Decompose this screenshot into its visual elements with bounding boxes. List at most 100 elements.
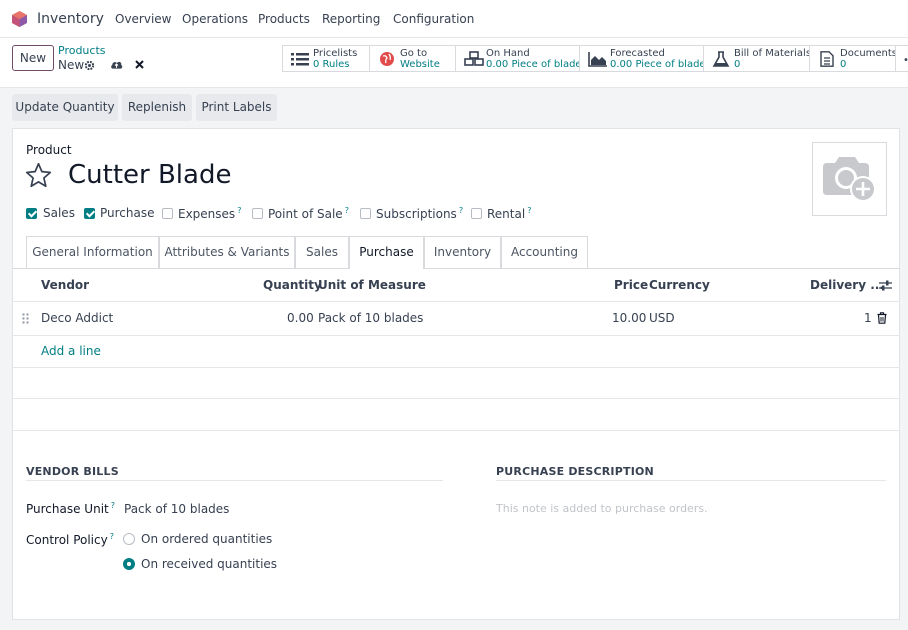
- stat-title: Pricelists: [313, 48, 358, 59]
- received-quantities-label: On received quantities: [141, 557, 278, 571]
- col-price[interactable]: Price: [614, 278, 648, 292]
- purchase-unit-label: Purchase Unit?: [26, 501, 115, 516]
- documents-button[interactable]: Documents 0: [809, 45, 898, 72]
- stat-value: Website: [400, 59, 440, 70]
- globe-icon: [380, 52, 394, 66]
- point-of-sale-checkbox[interactable]: [252, 208, 263, 219]
- pricelists-button[interactable]: Pricelists 0 Rules: [282, 45, 369, 72]
- menu-products[interactable]: Products: [258, 12, 310, 26]
- point-of-sale-checkbox-label: Point of Sale?: [268, 206, 349, 221]
- stat-title: Documents: [840, 48, 898, 59]
- purchase-checkbox-label: Purchase: [100, 206, 155, 220]
- cell-vendor[interactable]: Deco Addict: [41, 311, 113, 325]
- stat-value: 0: [840, 59, 847, 70]
- discard-icon[interactable]: [135, 60, 144, 69]
- product-image[interactable]: [812, 142, 887, 216]
- stat-title: Forecasted: [610, 48, 665, 59]
- tab-attributes-variants[interactable]: Attributes & Variants: [159, 236, 295, 268]
- area-chart-icon: [588, 52, 607, 67]
- section-divider: [496, 480, 886, 481]
- more-smart-buttons[interactable]: •: [895, 45, 908, 72]
- help-icon[interactable]: ?: [459, 206, 463, 215]
- cloud-upload-icon[interactable]: [110, 59, 123, 70]
- stat-title: Bill of Materials: [734, 48, 812, 59]
- product-label: Product: [26, 143, 72, 157]
- expenses-checkbox[interactable]: [162, 208, 173, 219]
- tab-sales[interactable]: Sales: [295, 236, 349, 268]
- go-to-website-button[interactable]: Go to Website: [369, 45, 455, 72]
- help-icon[interactable]: ?: [345, 206, 349, 215]
- cell-delivery[interactable]: 1: [864, 311, 872, 325]
- stat-title: On Hand: [486, 48, 530, 59]
- cell-quantity[interactable]: 0.00: [287, 311, 314, 325]
- row-divider: [13, 398, 900, 399]
- stat-value: 0.00 Piece of blade: [610, 59, 706, 70]
- tab-accounting[interactable]: Accounting: [501, 236, 588, 268]
- list-icon: [291, 53, 309, 66]
- sales-checkbox[interactable]: [26, 208, 37, 219]
- cell-unit-of-measure[interactable]: Pack of 10 blades: [318, 311, 423, 325]
- menu-overview[interactable]: Overview: [115, 12, 172, 26]
- menu-operations[interactable]: Operations: [182, 12, 248, 26]
- gear-icon[interactable]: [84, 60, 95, 71]
- tab-purchase[interactable]: Purchase: [349, 236, 424, 269]
- ordered-quantities-label: On ordered quantities: [141, 532, 273, 546]
- drag-handle-icon[interactable]: [22, 313, 29, 324]
- control-policy-label: Control Policy?: [26, 532, 114, 547]
- col-currency[interactable]: Currency: [649, 278, 710, 292]
- received-quantities-radio[interactable]: [123, 558, 135, 570]
- tab-inventory[interactable]: Inventory: [424, 236, 501, 268]
- camera-add-icon: [823, 157, 876, 202]
- table-bottom-divider: [13, 430, 900, 431]
- help-icon[interactable]: ?: [111, 501, 115, 510]
- section-divider: [26, 480, 443, 481]
- cubes-icon: [464, 51, 484, 66]
- forecasted-button[interactable]: Forecasted 0.00 Piece of blade: [579, 45, 706, 72]
- flask-icon: [712, 51, 730, 67]
- on-hand-button[interactable]: On Hand 0.00 Piece of blade: [455, 45, 582, 72]
- ordered-quantities-radio[interactable]: [123, 533, 135, 545]
- vendor-bills-title: VENDOR BILLS: [26, 465, 119, 478]
- tabs-divider: [424, 268, 900, 269]
- col-vendor[interactable]: Vendor: [41, 278, 89, 292]
- breadcrumb-products[interactable]: Products: [58, 44, 106, 57]
- row-divider: [13, 335, 900, 336]
- stat-value: 0: [734, 59, 741, 70]
- update-quantity-button[interactable]: Update Quantity: [12, 94, 118, 121]
- col-delivery[interactable]: Delivery ...: [810, 278, 884, 292]
- inventory-app-icon[interactable]: [11, 10, 28, 28]
- star-icon[interactable]: [25, 162, 52, 188]
- row-divider: [13, 367, 900, 368]
- purchase-description-input[interactable]: This note is added to purchase orders.: [496, 502, 708, 515]
- stat-value: 0.00 Piece of blade: [486, 59, 582, 70]
- help-icon[interactable]: ?: [110, 532, 114, 541]
- rental-checkbox[interactable]: [471, 208, 482, 219]
- subscriptions-checkbox[interactable]: [360, 208, 371, 219]
- help-icon[interactable]: ?: [237, 206, 241, 215]
- menu-reporting[interactable]: Reporting: [322, 12, 380, 26]
- product-name[interactable]: Cutter Blade: [68, 160, 231, 190]
- new-button[interactable]: New: [12, 45, 54, 71]
- tab-general-information[interactable]: General Information: [26, 236, 159, 268]
- bill-of-materials-button[interactable]: Bill of Materials 0: [703, 45, 812, 72]
- col-unit-of-measure[interactable]: Unit of Measure: [318, 278, 426, 292]
- cell-currency[interactable]: USD: [649, 311, 675, 325]
- control-panel: New Products New Pricelists 0 Rules Go t…: [0, 38, 908, 88]
- replenish-button[interactable]: Replenish: [122, 94, 192, 121]
- subscriptions-checkbox-label: Subscriptions?: [376, 206, 464, 221]
- add-line-link[interactable]: Add a line: [41, 344, 101, 358]
- menu-configuration[interactable]: Configuration: [393, 12, 474, 26]
- purchase-checkbox[interactable]: [84, 208, 95, 219]
- more-icon: •: [903, 55, 908, 66]
- purchase-unit-field[interactable]: Pack of 10 blades: [124, 502, 229, 516]
- app-name[interactable]: Inventory: [37, 11, 104, 27]
- expenses-checkbox-label: Expenses?: [178, 206, 242, 221]
- cell-price[interactable]: 10.00: [612, 311, 646, 325]
- top-navbar: Inventory Overview Operations Products R…: [0, 0, 908, 38]
- col-quantity[interactable]: Quantity: [263, 278, 322, 292]
- help-icon[interactable]: ?: [527, 206, 531, 215]
- column-settings-icon[interactable]: [879, 280, 892, 291]
- trash-icon[interactable]: [877, 312, 887, 324]
- print-labels-button[interactable]: Print Labels: [196, 94, 277, 121]
- breadcrumb-current: New: [58, 58, 85, 72]
